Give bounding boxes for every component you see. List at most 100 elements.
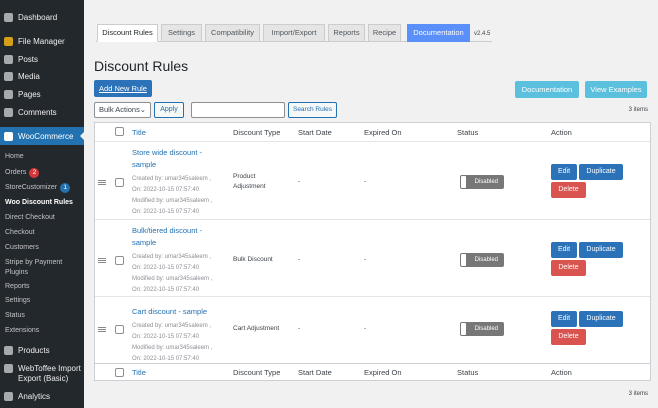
column-expired-on: Expired On	[364, 128, 402, 137]
expired-on: -	[364, 325, 367, 332]
discount-type: Bulk Discount	[233, 256, 273, 263]
table-row: Store wide discount - sample Created by:…	[95, 141, 650, 219]
status-toggle[interactable]: Disabled	[460, 322, 504, 336]
column-action: Action	[551, 128, 572, 137]
sidebar-item-dashboard[interactable]: Dashboard	[0, 13, 84, 22]
rule-title-link[interactable]: Bulk/tiered discount - sample	[132, 225, 222, 249]
start-date: -	[298, 256, 301, 263]
submenu-orders[interactable]: Orders 2	[5, 168, 40, 178]
sidebar-item-file-manager[interactable]: File Manager	[0, 37, 84, 46]
sidebar-item-products[interactable]: Products	[0, 346, 84, 355]
delete-button[interactable]: Delete	[551, 182, 586, 198]
submenu-woo-discount-rules[interactable]: Woo Discount Rules	[5, 199, 73, 206]
woo-icon	[4, 131, 13, 141]
analytics-icon	[4, 392, 13, 401]
expired-on: -	[364, 256, 367, 263]
delete-button[interactable]: Delete	[551, 329, 586, 345]
discount-type: Product Adjustment	[233, 173, 266, 190]
modified-by: Modified by: umar345saleem ,	[132, 345, 213, 351]
edit-button[interactable]: Edit	[551, 164, 577, 180]
sidebar-item-woocommerce[interactable]: WooCommerce	[0, 127, 84, 145]
sidebar-item-media[interactable]: Media	[0, 72, 84, 81]
column-expired-on-footer: Expired On	[364, 368, 402, 377]
submenu-status[interactable]: Status	[5, 312, 25, 319]
search-input[interactable]	[191, 102, 285, 118]
sidebar-item-analytics[interactable]: Analytics	[0, 392, 84, 401]
duplicate-button[interactable]: Duplicate	[579, 164, 623, 180]
tab-settings[interactable]: Settings	[161, 24, 202, 42]
column-title-footer[interactable]: Title	[132, 368, 146, 377]
created-by: Created by: umar345saleem ,	[132, 323, 212, 329]
documentation-button[interactable]: Documentation	[515, 81, 579, 98]
orders-badge: 2	[29, 168, 40, 178]
modified-by: Modified by: umar345saleem ,	[132, 198, 213, 204]
column-title[interactable]: Title	[132, 128, 146, 137]
submenu-extensions[interactable]: Extensions	[5, 327, 39, 334]
row-checkbox[interactable]	[115, 178, 124, 187]
tab-recipe[interactable]: Recipe	[368, 24, 401, 42]
tab-documentation[interactable]: Documentation	[407, 24, 470, 42]
rule-meta: Created by: umar345saleem , On: 2022-10-…	[132, 252, 232, 296]
tab-compatibility[interactable]: Compatibility	[205, 24, 260, 42]
add-new-rule-button[interactable]: Add New Rule	[94, 80, 152, 97]
duplicate-button[interactable]: Duplicate	[579, 242, 623, 258]
column-start-date: Start Date	[298, 128, 332, 137]
tab-import-export[interactable]: Import/Export	[263, 24, 325, 42]
table-row: Bulk/tiered discount - sample Created by…	[95, 219, 650, 296]
tab-reports[interactable]: Reports	[328, 24, 365, 42]
chevron-down-icon: ⌄	[139, 105, 146, 114]
row-checkbox[interactable]	[115, 256, 124, 265]
submenu-checkout[interactable]: Checkout	[5, 229, 35, 236]
status-toggle[interactable]: Disabled	[460, 175, 504, 189]
submenu-reports[interactable]: Reports	[5, 283, 30, 290]
column-status: Status	[457, 128, 479, 137]
sidebar-item-webtoffee[interactable]: WebToffee Import Export (Basic)	[0, 364, 84, 384]
view-examples-button[interactable]: View Examples	[585, 81, 647, 98]
media-icon	[4, 72, 13, 81]
products-icon	[4, 346, 13, 355]
sidebar-item-pages[interactable]: Pages	[0, 90, 84, 99]
storecustomizer-badge: 1	[60, 183, 71, 193]
column-discount-type: Discount Type	[233, 128, 281, 137]
edit-button[interactable]: Edit	[551, 242, 577, 258]
edit-button[interactable]: Edit	[551, 311, 577, 327]
rule-meta: Created by: umar345saleem , On: 2022-10-…	[132, 321, 232, 365]
delete-button[interactable]: Delete	[551, 260, 586, 276]
created-on: On: 2022-10-15 07:57:40	[132, 265, 200, 271]
search-rules-button[interactable]: Search Rules	[288, 102, 337, 118]
sidebar-item-comments[interactable]: Comments	[0, 108, 84, 117]
start-date: -	[298, 178, 301, 185]
status-toggle[interactable]: Disabled	[460, 253, 504, 267]
page-title: Discount Rules	[94, 58, 189, 74]
items-count-top: 3 items	[628, 107, 648, 113]
folder-icon	[4, 37, 13, 46]
column-action-footer: Action	[551, 368, 572, 377]
version-label: v2.4.5	[474, 31, 491, 37]
modified-on: On: 2022-10-15 07:57:40	[132, 209, 200, 215]
row-checkbox[interactable]	[115, 325, 124, 334]
drag-handle-icon[interactable]	[98, 258, 106, 263]
submenu-storecustomizer[interactable]: StoreCustomizer 1	[5, 183, 71, 193]
bulk-actions-select[interactable]: Bulk Actions ⌄	[94, 102, 151, 118]
drag-handle-icon[interactable]	[98, 180, 106, 185]
rule-title-link[interactable]: Cart discount - sample	[132, 306, 222, 318]
sidebar-item-posts[interactable]: Posts	[0, 55, 84, 64]
select-all-checkbox-footer[interactable]	[115, 368, 124, 377]
column-status-footer: Status	[457, 368, 479, 377]
submenu-stripe[interactable]: Stripe by Payment Plugins	[5, 258, 79, 278]
submenu-customers[interactable]: Customers	[5, 244, 39, 251]
select-all-checkbox[interactable]	[115, 127, 124, 136]
tab-discount-rules[interactable]: Discount Rules	[97, 24, 158, 42]
submenu-home[interactable]: Home	[5, 153, 24, 160]
submenu-direct-checkout[interactable]: Direct Checkout	[5, 214, 55, 221]
duplicate-button[interactable]: Duplicate	[579, 311, 623, 327]
modified-by: Modified by: umar345saleem ,	[132, 276, 213, 282]
apply-button[interactable]: Apply	[154, 102, 184, 118]
admin-sidebar: Dashboard File Manager Posts Media Pages…	[0, 0, 84, 408]
expired-on: -	[364, 178, 367, 185]
rule-title-link[interactable]: Store wide discount - sample	[132, 147, 222, 171]
rules-table: Title Discount Type Start Date Expired O…	[94, 122, 651, 381]
pages-icon	[4, 90, 13, 99]
submenu-settings[interactable]: Settings	[5, 297, 30, 304]
drag-handle-icon[interactable]	[98, 327, 106, 332]
